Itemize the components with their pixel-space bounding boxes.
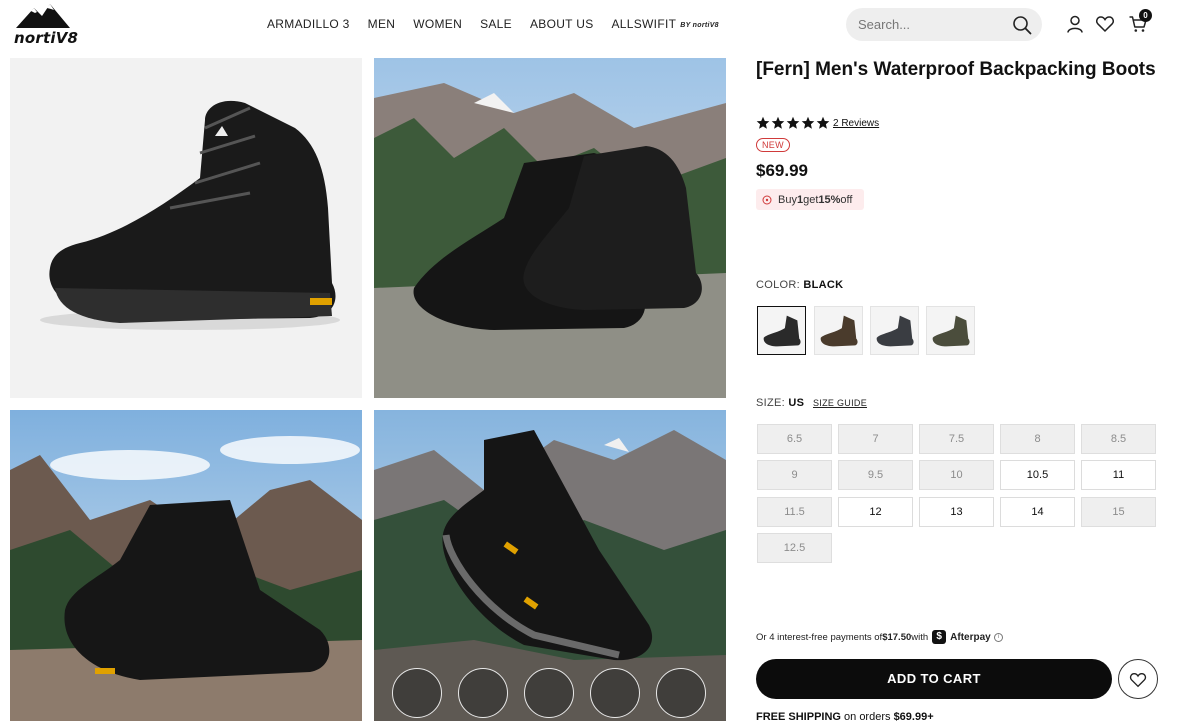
star-icon — [771, 116, 785, 129]
pattern-5-icon — [656, 668, 706, 718]
size-option-8[interactable]: 8 — [1000, 424, 1075, 454]
new-badge: NEW — [756, 138, 790, 152]
free-shipping-mid: on orders — [840, 711, 894, 721]
nav-women[interactable]: WOMEN — [413, 17, 462, 31]
afterpay-amount: $17.50 — [882, 631, 912, 643]
swatch-brown-image — [820, 315, 858, 347]
heart-icon[interactable] — [1095, 14, 1115, 34]
wishlist-button[interactable] — [1118, 659, 1158, 699]
main-nav: ARMADILLO 3 MEN WOMEN SALE ABOUT US ALLS… — [267, 17, 737, 31]
heart-icon — [1129, 673, 1147, 688]
boots-pair-mountain-image — [374, 58, 726, 398]
promo-banner: Buy 1 get 15% off — [756, 189, 865, 210]
search-box[interactable] — [846, 8, 1042, 41]
size-option-6-5[interactable]: 6.5 — [757, 424, 832, 454]
size-label-text: SIZE: — [756, 397, 786, 409]
color-value: BLACK — [803, 279, 844, 291]
boot-studio-image — [10, 58, 362, 398]
size-option-10[interactable]: 10 — [919, 460, 994, 490]
nav-allswifit[interactable]: ALLSWIFIT BY nortiV8 — [612, 17, 719, 31]
product-image-1[interactable] — [10, 58, 362, 398]
brand-logo[interactable]: nortiV8 — [14, 2, 80, 47]
mountain-logo-icon — [16, 4, 70, 28]
star-icon — [786, 116, 800, 129]
product-title: [Fern] Men's Waterproof Backpacking Boot… — [756, 59, 1156, 80]
afterpay-pre: Or 4 interest-free payments of — [756, 631, 883, 643]
promo-post: off — [840, 193, 853, 206]
promo-pct: 15% — [818, 193, 841, 206]
size-guide-link[interactable]: SIZE GUIDE — [813, 398, 867, 408]
afterpay-name: Afterpay — [950, 631, 991, 643]
size-label: SIZE: US — [756, 397, 804, 409]
size-option-7-5[interactable]: 7.5 — [919, 424, 994, 454]
size-option-9-5[interactable]: 9.5 — [838, 460, 913, 490]
pattern-3-icon — [524, 668, 574, 718]
free-shipping-amount: $69.99+ — [893, 711, 934, 721]
color-label: COLOR: BLACK — [756, 279, 843, 291]
swatch-black[interactable] — [757, 306, 806, 355]
search-input[interactable] — [858, 15, 1008, 34]
size-option-8-5[interactable]: 8.5 — [1081, 424, 1156, 454]
swatch-olive[interactable] — [926, 306, 975, 355]
rating-stars: 2 Reviews — [756, 116, 879, 130]
swatch-olive-image — [932, 315, 970, 347]
swatch-gray[interactable] — [870, 306, 919, 355]
product-image-4[interactable] — [374, 410, 726, 721]
promo-tag-icon — [762, 195, 772, 204]
pattern-1-icon — [392, 668, 442, 718]
pattern-4-icon — [590, 668, 640, 718]
size-option-15[interactable]: 15 — [1081, 497, 1156, 527]
nav-armadillo-3[interactable]: ARMADILLO 3 — [267, 17, 350, 31]
size-option-11[interactable]: 11 — [1081, 460, 1156, 490]
search-icon[interactable] — [1012, 15, 1032, 35]
reviews-link[interactable]: 2 Reviews — [833, 118, 879, 129]
afterpay-info: Or 4 interest-free payments of $17.50 wi… — [756, 630, 1003, 644]
add-to-cart-button[interactable]: ADD TO CART — [756, 659, 1112, 699]
free-shipping-note: FREE SHIPPING on orders $69.99+ — [756, 711, 934, 721]
site-header: nortiV8 ARMADILLO 3 MEN WOMEN SALE ABOUT… — [0, 0, 1199, 50]
promo-mid: get — [803, 193, 819, 206]
size-option-12[interactable]: 12 — [838, 497, 913, 527]
swatch-black-image — [763, 315, 801, 347]
star-icon — [816, 116, 830, 129]
product-image-2[interactable] — [374, 58, 726, 398]
product-image-3[interactable] — [10, 410, 362, 721]
star-icon — [801, 116, 815, 129]
account-icon[interactable] — [1065, 14, 1085, 34]
feature-icons-row — [392, 668, 722, 718]
logo-text: nortiV8 — [14, 29, 79, 47]
size-unit: US — [788, 397, 805, 409]
color-label-text: COLOR: — [756, 279, 800, 291]
star-icon — [756, 116, 770, 129]
boot-side-mountain-image — [10, 410, 362, 721]
size-option-11-5[interactable]: 11.5 — [757, 497, 832, 527]
cart-count-badge: 0 — [1139, 9, 1152, 22]
product-price: $69.99 — [756, 161, 808, 180]
nav-about-us[interactable]: ABOUT US — [530, 17, 594, 31]
afterpay-mid: with — [911, 631, 929, 643]
size-option-7[interactable]: 7 — [838, 424, 913, 454]
pattern-2-icon — [458, 668, 508, 718]
size-option-13[interactable]: 13 — [919, 497, 994, 527]
size-option-10-5[interactable]: 10.5 — [1000, 460, 1075, 490]
nav-allswifit-label: ALLSWIFIT — [611, 17, 677, 31]
nav-sale[interactable]: SALE — [480, 17, 512, 31]
nav-allswifit-badge: BY nortiV8 — [680, 22, 719, 29]
info-icon[interactable]: i — [993, 632, 1003, 642]
promo-pre: Buy — [778, 193, 797, 206]
free-shipping-label: FREE SHIPPING — [756, 711, 841, 721]
swatch-gray-image — [876, 315, 914, 347]
afterpay-logo-icon: $ — [932, 630, 947, 644]
size-option-14[interactable]: 14 — [1000, 497, 1075, 527]
size-option-12-5[interactable]: 12.5 — [757, 533, 832, 563]
size-option-9[interactable]: 9 — [757, 460, 832, 490]
swatch-brown[interactable] — [814, 306, 863, 355]
nav-men[interactable]: MEN — [368, 17, 396, 31]
